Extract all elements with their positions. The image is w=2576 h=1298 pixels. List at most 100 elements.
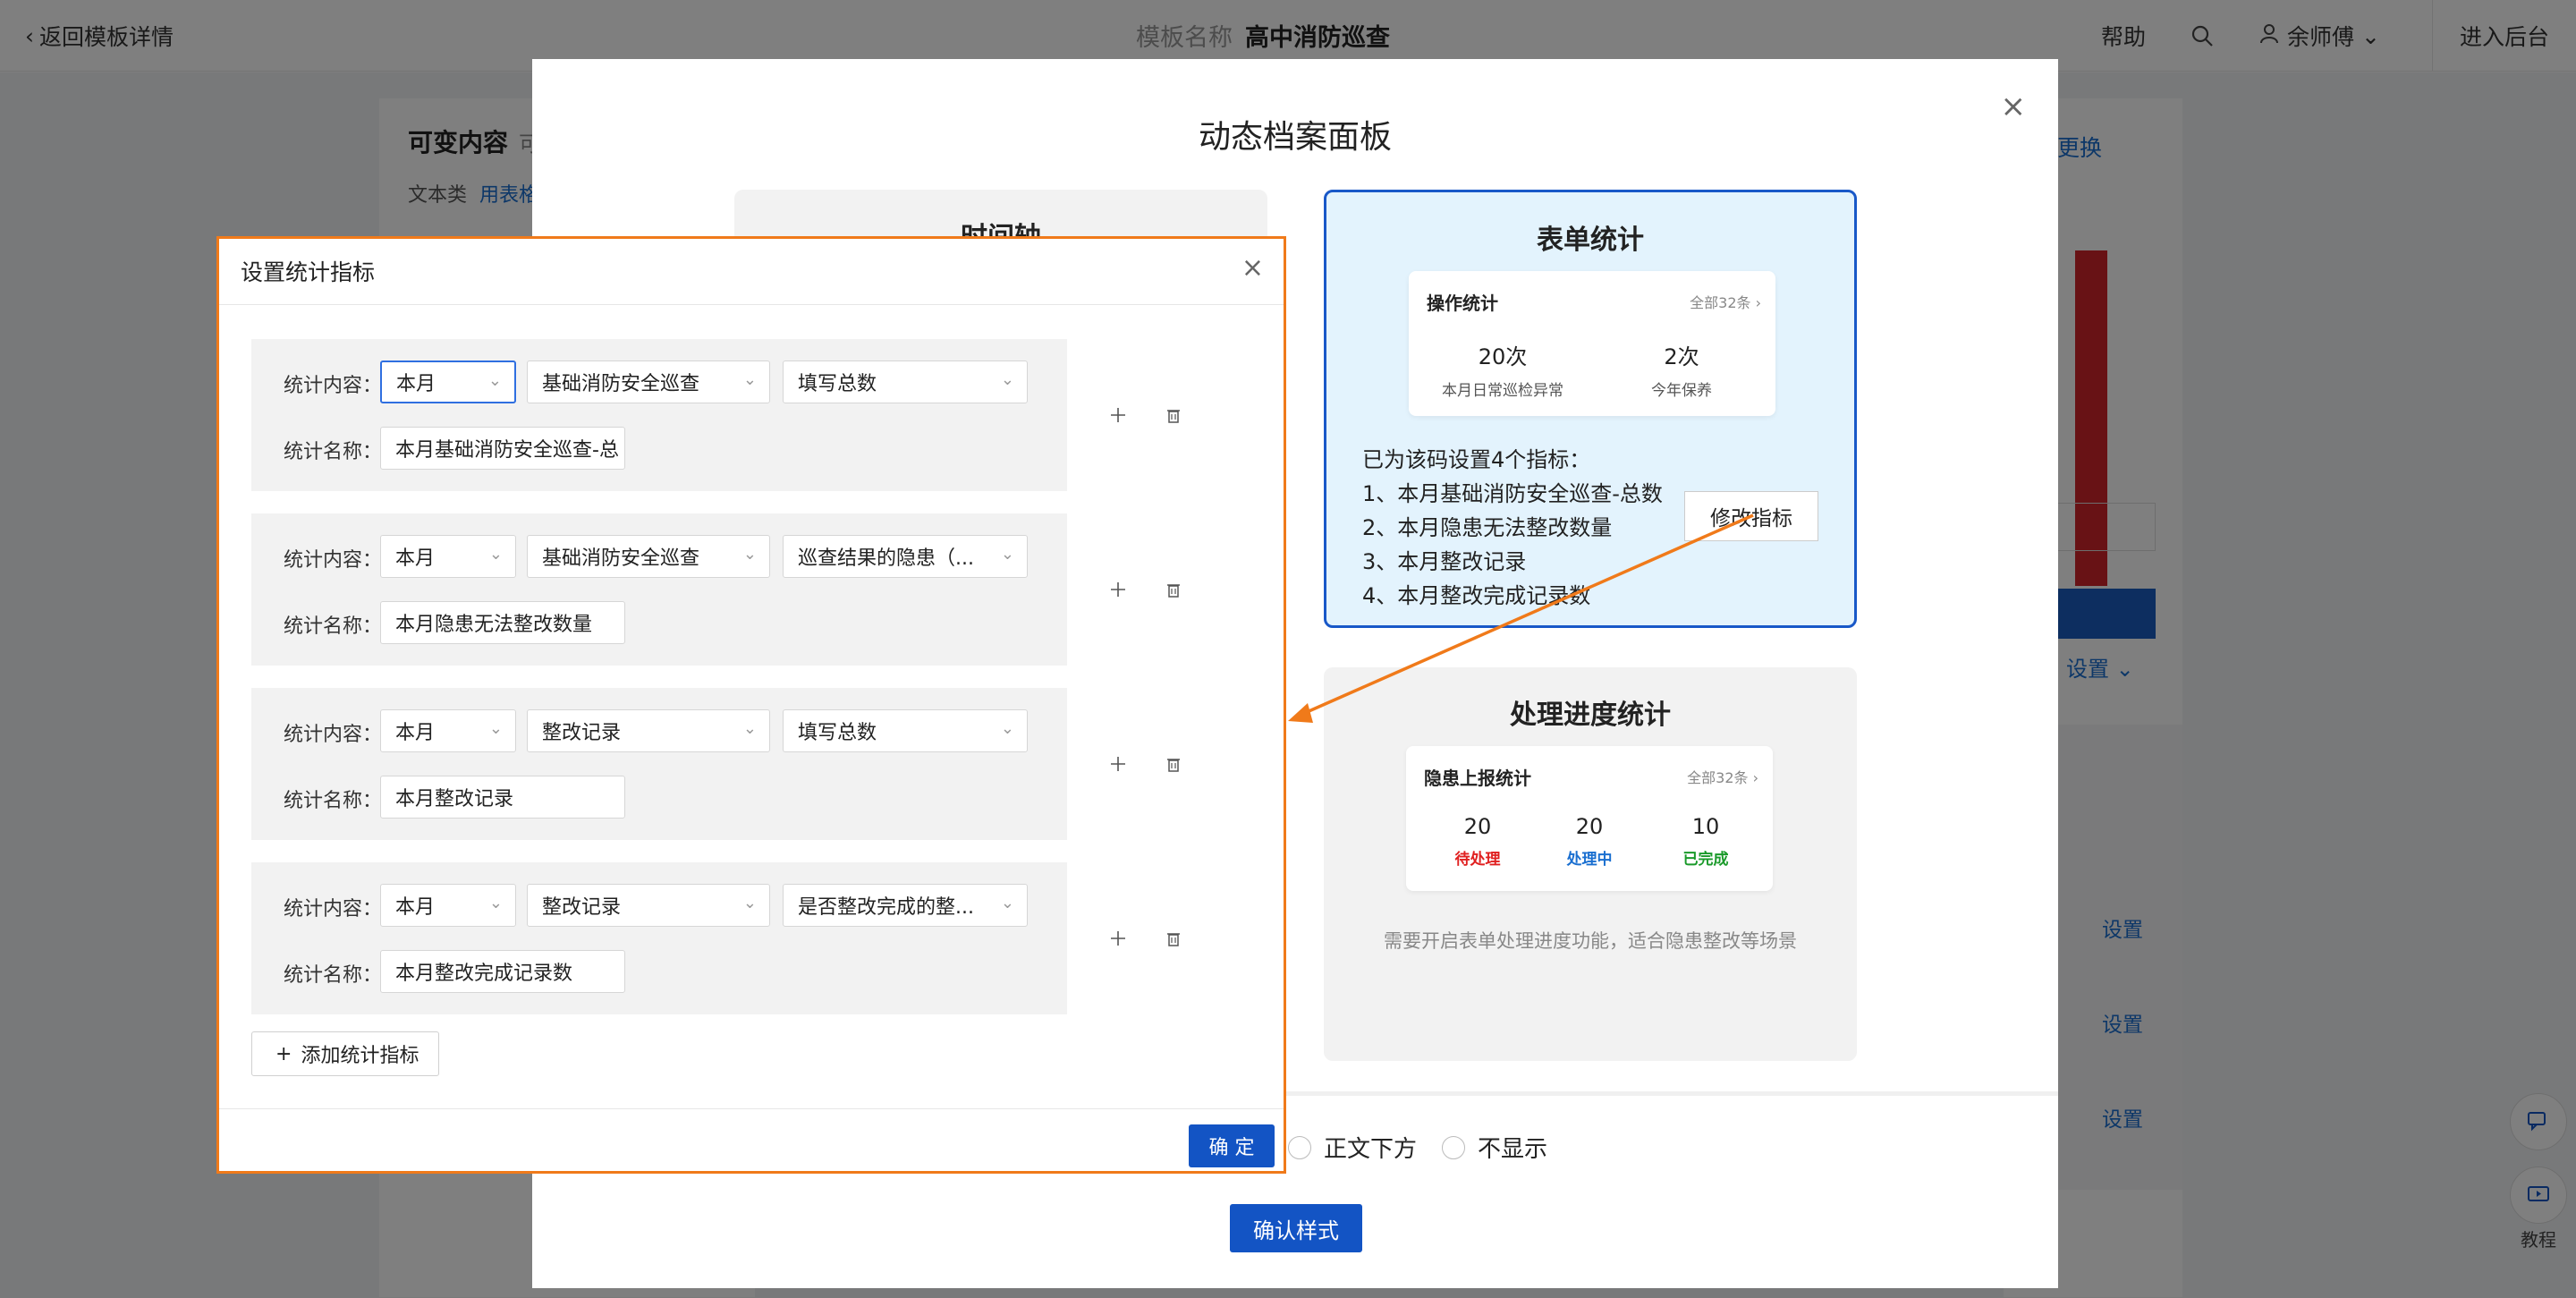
form-select[interactable]: 基础消防安全巡查 ⌄ [527,535,770,578]
stat-label: 处理中 [1566,851,1613,869]
name-label: 统计名称： [284,790,383,812]
form-select[interactable]: 整改记录 ⌄ [527,884,770,927]
chevron-down-icon: ⌄ [1000,894,1014,912]
select-value: 本月 [395,896,436,919]
trash-icon[interactable] [1164,405,1183,425]
radio-circle [1442,1135,1466,1159]
select-value: 基础消防安全巡查 [542,373,700,395]
indicator-line: 4、本月整改完成记录数 [1362,583,1591,608]
progress-stats-title: 处理进度统计 [1510,700,1671,731]
radio-circle [1288,1135,1311,1159]
chevron-down-icon: ⌄ [742,894,757,912]
form-stats-title: 表单统计 [1537,225,1644,256]
form-stats-card[interactable]: 表单统计 操作统计 全部32条 › 20次 本月日常巡检异常 2次 今年保养 已… [1324,190,1857,628]
hazard-report-preview: 隐患上报统计 全部32条 › 20 待处理 20 处理中 10 已完成 [1406,746,1773,891]
chevron-down-icon: ⌄ [488,719,503,738]
form-select[interactable]: 整改记录 ⌄ [527,709,770,752]
modal-title: 动态档案面板 [1198,119,1392,156]
name-label: 统计名称： [284,441,383,463]
select-value: 巡查结果的隐患（... [798,547,974,570]
name-label: 统计名称： [284,615,383,638]
stat-item: 10 已完成 [1652,814,1759,869]
content-label: 统计内容： [284,549,383,572]
form-select[interactable]: 基础消防安全巡查 ⌄ [527,361,770,403]
add-indicator-label: 添加统计指标 [301,1045,419,1067]
move-icon[interactable] [1108,754,1128,774]
stat-label: 已完成 [1682,851,1729,869]
indicator-row: 统计内容： 本月 ⌄ 基础消防安全巡查 ⌄ 填写总数 ⌄ 统计名称： 本月基础消防安全… [251,339,1067,491]
content-label: 统计内容： [284,724,383,746]
select-value: 填写总数 [798,722,877,744]
view-all-link: 全部32条 › [1687,769,1758,786]
stat-item: 20次 本月日常巡检异常 [1436,339,1570,400]
period-select[interactable]: 本月 ⌄ [380,361,516,403]
select-value: 整改记录 [542,722,622,744]
name-input[interactable]: 本月整改完成记录数 [380,950,625,993]
trash-icon[interactable] [1164,929,1183,948]
stat-label: 今年保养 [1651,382,1712,400]
indicator-line: 2、本月隐患无法整改数量 [1362,515,1613,540]
row-actions [1108,754,1183,774]
operation-stats-preview: 操作统计 全部32条 › 20次 本月日常巡检异常 2次 今年保养 [1409,271,1775,416]
stat-item: 20 待处理 [1424,814,1531,869]
metric-select[interactable]: 填写总数 ⌄ [783,361,1028,403]
ok-button[interactable]: 确 定 [1189,1124,1275,1167]
select-value: 本月 [395,547,436,570]
select-value: 是否整改完成的整... [798,896,974,919]
indicator-summary: 已为该码设置4个指标： 1、本月基础消防安全巡查-总数 2、本月隐患无法整改数量… [1362,443,1663,613]
close-icon[interactable]: × [1241,255,1264,282]
indicator-line: 1、本月基础消防安全巡查-总数 [1362,481,1663,506]
chevron-down-icon: ⌄ [1000,370,1014,389]
trash-icon[interactable] [1164,580,1183,599]
progress-note: 需要开启表单处理进度功能，适合隐患整改等场景 [1384,930,1797,952]
name-input[interactable]: 本月整改记录 [380,776,625,819]
indicator-row: 统计内容： 本月 ⌄ 整改记录 ⌄ 是否整改完成的整... ⌄ 统计名称： 本月整改完… [251,862,1067,1014]
radio-hide[interactable]: 不显示 [1442,1131,1547,1164]
period-select[interactable]: 本月 ⌄ [380,884,516,927]
metric-select[interactable]: 填写总数 ⌄ [783,709,1028,752]
add-indicator-button[interactable]: + 添加统计指标 [251,1031,439,1076]
move-icon[interactable] [1108,929,1128,948]
move-icon[interactable] [1108,580,1128,599]
chevron-down-icon: ⌄ [742,545,757,564]
chevron-down-icon: ⌄ [1000,719,1014,738]
chevron-down-icon: ⌄ [1000,545,1014,564]
chevron-down-icon: ⌄ [488,894,503,912]
plus-icon: + [275,1042,292,1065]
content-label: 统计内容： [284,898,383,920]
stat-number: 2次 [1664,344,1699,369]
position-radio-group: 正文下方 不显示 [1288,1131,1572,1164]
stat-item: 20 处理中 [1536,814,1643,869]
metric-select[interactable]: 是否整改完成的整... ⌄ [783,884,1028,927]
metric-select[interactable]: 巡查结果的隐患（... ⌄ [783,535,1028,578]
hazard-report-title: 隐患上报统计 [1424,768,1531,789]
select-value: 本月 [395,722,436,744]
stat-number: 20次 [1478,344,1528,369]
progress-stats-card[interactable]: 处理进度统计 隐患上报统计 全部32条 › 20 待处理 20 处理中 10 已… [1324,667,1857,1061]
trash-icon[interactable] [1164,754,1183,774]
name-label: 统计名称： [284,964,383,987]
select-value: 填写总数 [798,373,877,395]
confirm-style-button[interactable]: 确认样式 [1230,1204,1362,1252]
name-input[interactable]: 本月基础消防安全巡查-总 [380,427,625,470]
dialog-footer-divider [219,1108,1284,1109]
row-actions [1108,405,1183,425]
modify-indicator-button[interactable]: 修改指标 [1684,491,1818,541]
operation-stats-title: 操作统计 [1427,293,1498,314]
radio-label: 不显示 [1478,1136,1548,1163]
radio-below-body[interactable]: 正文下方 [1288,1131,1417,1164]
indicator-row: 统计内容： 本月 ⌄ 基础消防安全巡查 ⌄ 巡查结果的隐患（... ⌄ 统计名称： 本… [251,513,1067,666]
stat-number: 20 [1463,814,1492,839]
stat-label: 本月日常巡检异常 [1442,382,1563,400]
row-actions [1108,929,1183,948]
name-input[interactable]: 本月隐患无法整改数量 [380,601,625,644]
chevron-down-icon: ⌄ [742,370,757,389]
select-value: 基础消防安全巡查 [542,547,700,570]
row-actions [1108,580,1183,599]
move-icon[interactable] [1108,405,1128,425]
period-select[interactable]: 本月 ⌄ [380,535,516,578]
indicator-heading: 已为该码设置4个指标： [1362,447,1591,472]
period-select[interactable]: 本月 ⌄ [380,709,516,752]
select-value: 本月 [396,373,436,395]
indicator-row: 统计内容： 本月 ⌄ 整改记录 ⌄ 填写总数 ⌄ 统计名称： 本月整改记录 [251,688,1067,840]
